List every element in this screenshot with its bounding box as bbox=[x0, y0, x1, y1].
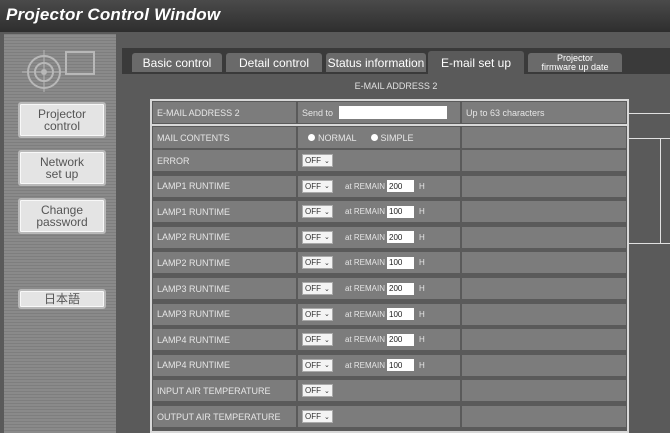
callout-line bbox=[629, 113, 670, 114]
change-password-button[interactable]: Change password bbox=[18, 198, 106, 234]
language-japanese-button[interactable]: 日本語 bbox=[18, 289, 106, 309]
window-title: Projector Control Window bbox=[6, 5, 221, 24]
network-setup-button[interactable]: Network set up bbox=[18, 150, 106, 186]
settings-highlight-frame bbox=[150, 124, 629, 433]
callout-line bbox=[629, 243, 670, 244]
page-subtitle: E-MAIL ADDRESS 2 bbox=[354, 81, 438, 91]
projector-logo-icon bbox=[22, 50, 95, 92]
sidebar: Projector control Network set up Change … bbox=[4, 34, 116, 433]
tab-detail-control[interactable]: Detail control bbox=[226, 53, 322, 72]
tab-firmware-update[interactable]: Projector firmware up date bbox=[528, 53, 622, 72]
tab-bar: Basic control Detail control Status info… bbox=[122, 48, 670, 74]
title-bar: Projector Control Window bbox=[0, 0, 670, 32]
address-highlight-frame bbox=[150, 99, 629, 126]
tab-status-information[interactable]: Status information bbox=[326, 53, 426, 72]
tab-basic-control[interactable]: Basic control bbox=[132, 53, 222, 72]
tab-email-setup[interactable]: E-mail set up bbox=[428, 51, 524, 74]
callout-bracket bbox=[660, 138, 661, 244]
projector-control-button[interactable]: Projector control bbox=[18, 102, 106, 138]
callout-line bbox=[629, 138, 670, 139]
